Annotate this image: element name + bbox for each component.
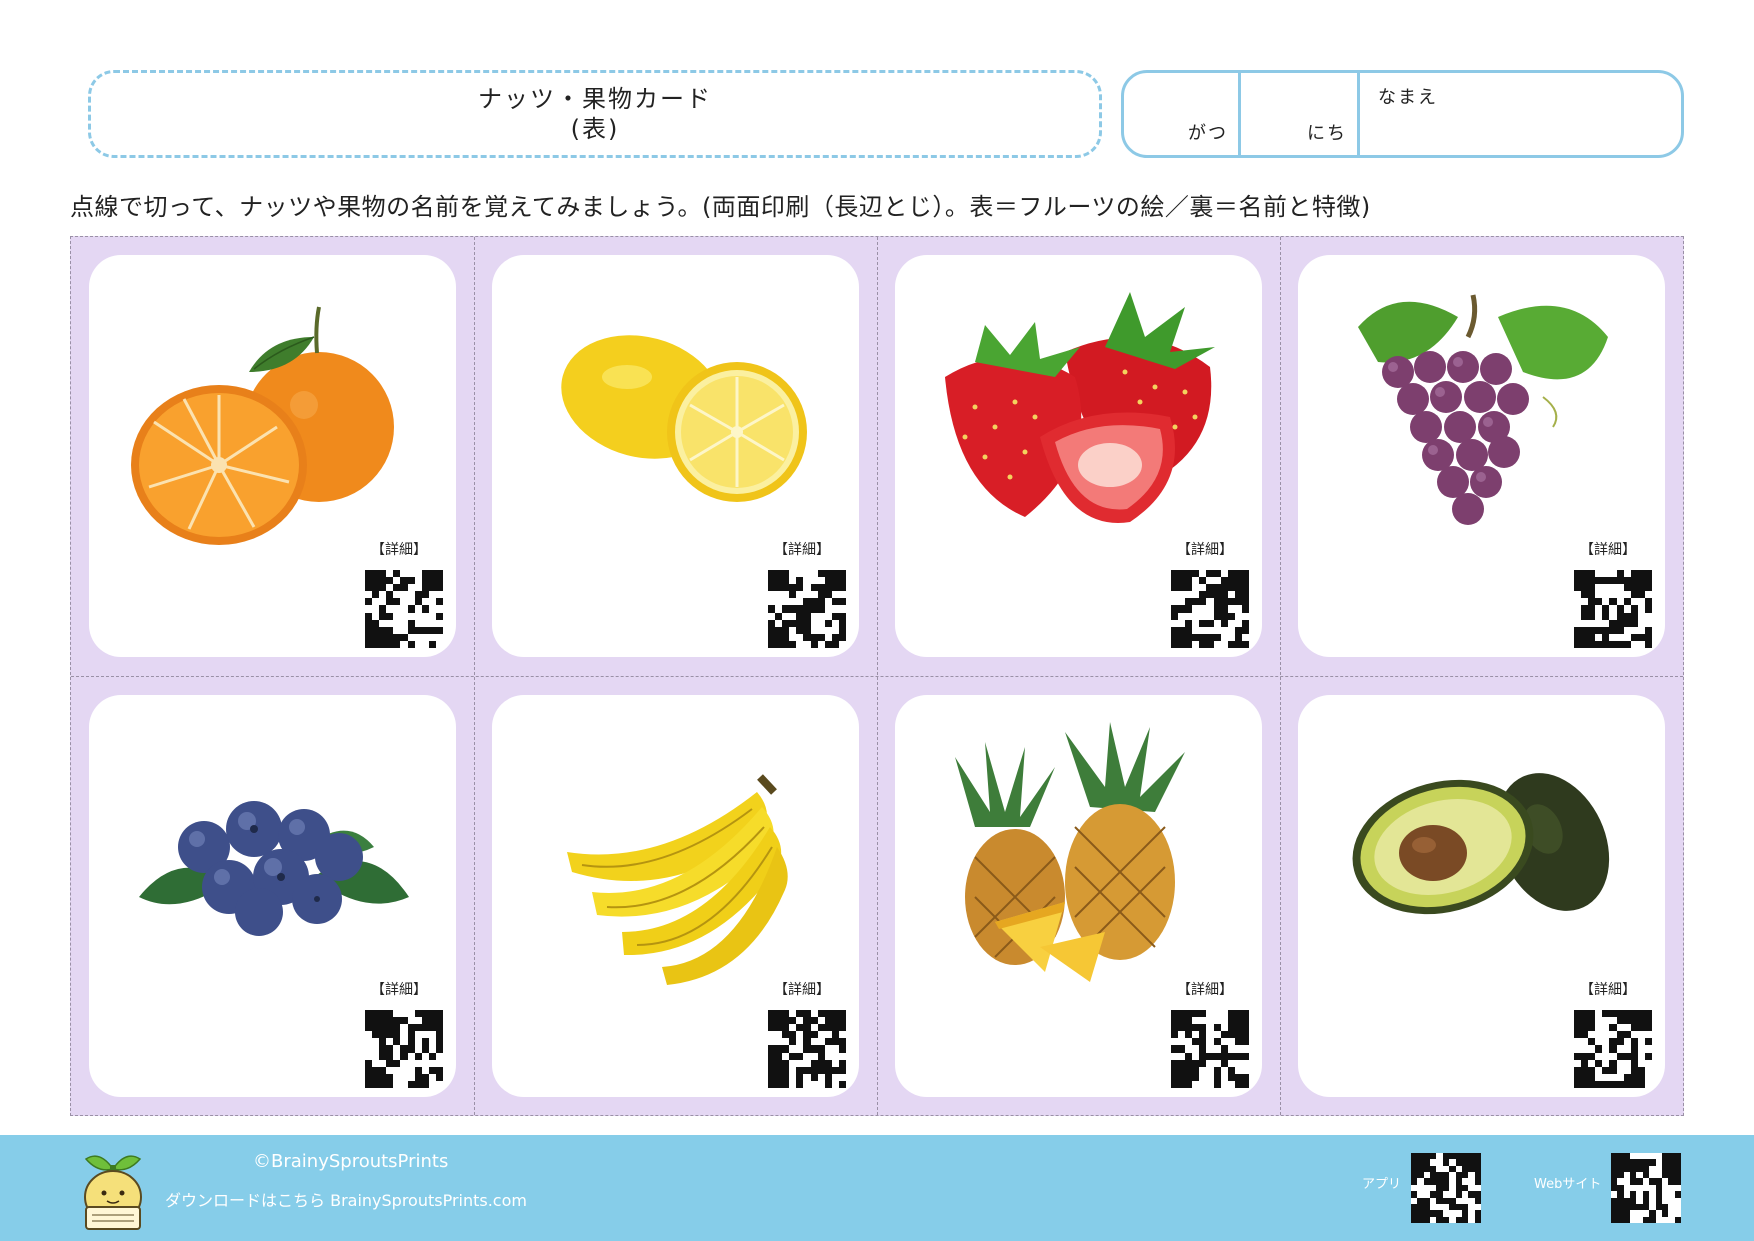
name-label: なまえ <box>1378 87 1438 108</box>
qr-code[interactable] <box>365 1010 443 1088</box>
qr-code[interactable] <box>768 1010 846 1088</box>
website-label: Webサイト <box>1534 1177 1602 1192</box>
card-sheet: 【詳細】 【詳細】 【詳細】 【詳細】 【詳細】 【詳細】 【詳細】 【詳細】 <box>70 236 1684 1116</box>
strawberry-image <box>945 292 1215 523</box>
fruit-card: 【詳細】 <box>895 255 1262 657</box>
detail-label: 【詳細】 <box>774 542 830 558</box>
detail-label: 【詳細】 <box>1580 982 1636 998</box>
qr-code[interactable] <box>1171 570 1249 648</box>
fruit-card: 【詳細】 <box>492 695 859 1097</box>
copyright-text: ©BrainySproutsPrints <box>253 1151 449 1172</box>
qr-code[interactable] <box>768 570 846 648</box>
fruit-card: 【詳細】 <box>89 695 456 1097</box>
fruit-card: 【詳細】 <box>1298 695 1665 1097</box>
fruit-card: 【詳細】 <box>1298 255 1665 657</box>
instruction-text: 点線で切って、ナッツや果物の名前を覚えてみましょう。(両面印刷（長辺とじ）。表＝… <box>70 193 1371 221</box>
detail-label: 【詳細】 <box>1177 542 1233 558</box>
detail-label: 【詳細】 <box>371 982 427 998</box>
page-title: ナッツ・果物カード <box>478 85 712 113</box>
day-field: にち <box>1241 73 1360 155</box>
pineapple-image <box>955 722 1185 982</box>
app-qr-code[interactable] <box>1411 1153 1481 1223</box>
app-label: アプリ <box>1362 1177 1402 1192</box>
detail-label: 【詳細】 <box>774 982 830 998</box>
grape-image <box>1358 294 1608 525</box>
qr-code[interactable] <box>1574 570 1652 648</box>
lemon-image <box>561 335 807 502</box>
fruit-card: 【詳細】 <box>895 695 1262 1097</box>
date-name-box: がつ にち なまえ <box>1121 70 1684 158</box>
cut-line <box>71 676 1683 677</box>
detail-label: 【詳細】 <box>371 542 427 558</box>
month-field: がつ <box>1124 73 1241 155</box>
page-subtitle: (表) <box>570 115 620 143</box>
detail-label: 【詳細】 <box>1177 982 1233 998</box>
month-label: がつ <box>1188 123 1228 144</box>
avocado-image <box>1352 773 1610 915</box>
fruit-card: 【詳細】 <box>492 255 859 657</box>
name-field: なまえ <box>1360 73 1681 155</box>
qr-code[interactable] <box>365 570 443 648</box>
tangerine-image <box>131 306 394 545</box>
day-label: にち <box>1307 123 1347 144</box>
blueberry-image <box>139 801 409 936</box>
detail-label: 【詳細】 <box>1580 542 1636 558</box>
footer: ©BrainySproutsPrints ダウンロードはこちら BrainySp… <box>0 1135 1754 1241</box>
download-link[interactable]: ダウンロードはこちら BrainySproutsPrints.com <box>165 1187 527 1211</box>
title-box: ナッツ・果物カード (表) <box>88 70 1102 158</box>
qr-code[interactable] <box>1574 1010 1652 1088</box>
website-qr-code[interactable] <box>1611 1153 1681 1223</box>
qr-code[interactable] <box>1171 1010 1249 1088</box>
banana-image <box>567 774 788 985</box>
sprout-mascot-logo <box>84 1155 142 1230</box>
fruit-card: 【詳細】 <box>89 255 456 657</box>
